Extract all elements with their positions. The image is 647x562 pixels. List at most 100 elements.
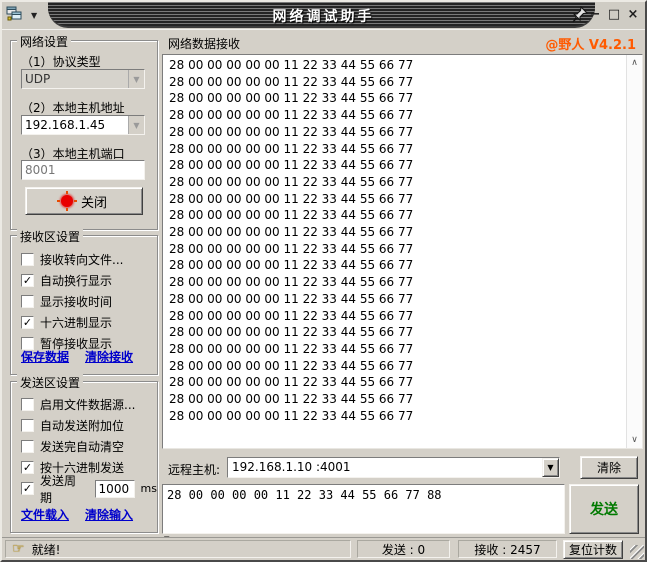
receive-count-panel: 接收 : 2457 bbox=[458, 540, 557, 558]
protocol-label: （1）协议类型 bbox=[21, 53, 101, 70]
checkbox[interactable]: ✓ bbox=[21, 482, 34, 495]
app-icon[interactable] bbox=[6, 6, 23, 25]
receive-links: 保存数据 清除接收 bbox=[21, 348, 149, 365]
checkbox-row: 自动发送附加位 bbox=[11, 415, 157, 436]
protocol-value: UDP bbox=[22, 70, 128, 88]
hex-data-lines: 28 00 00 00 00 00 11 22 33 44 55 66 7728… bbox=[163, 57, 625, 424]
version-label: @野人 V4.2.1 bbox=[545, 34, 636, 53]
chevron-down-icon[interactable]: ▼ bbox=[128, 116, 144, 134]
group-title: 接收区设置 bbox=[17, 228, 83, 245]
hex-data-line: 28 00 00 00 00 00 11 22 33 44 55 66 77 bbox=[169, 308, 625, 325]
receive-options-list: 接收转向文件...✓自动换行显示显示接收时间✓十六进制显示暂停接收显示 bbox=[11, 249, 157, 354]
group-network-settings: 网络设置 （1）协议类型 UDP ▼ （2）本地主机地址 192.168.1.4… bbox=[10, 40, 158, 230]
hex-data-line: 28 00 00 00 00 00 11 22 33 44 55 66 77 bbox=[169, 107, 625, 124]
checkbox-label: 十六进制显示 bbox=[40, 314, 112, 331]
maximize-button[interactable]: □ bbox=[606, 6, 622, 22]
hex-data-line: 28 00 00 00 00 00 11 22 33 44 55 66 77 bbox=[169, 241, 625, 258]
receive-data-box[interactable]: 28 00 00 00 00 00 11 22 33 44 55 66 7728… bbox=[162, 54, 643, 449]
host-label: （2）本地主机地址 bbox=[21, 99, 125, 116]
local-host-select[interactable]: 192.168.1.45 ▼ bbox=[21, 115, 145, 135]
send-count-panel: 发送 : 0 bbox=[357, 540, 450, 558]
app-menu-arrow-icon[interactable]: ▼ bbox=[31, 11, 37, 20]
checkbox-row: 接收转向文件... bbox=[11, 249, 157, 270]
hex-data-line: 28 00 00 00 00 00 11 22 33 44 55 66 77 bbox=[169, 291, 625, 308]
checkbox[interactable]: ✓ bbox=[21, 461, 34, 474]
hex-data-line: 28 00 00 00 00 00 11 22 33 44 55 66 77 bbox=[169, 374, 625, 391]
local-port-input[interactable] bbox=[21, 160, 145, 180]
scroll-up-icon[interactable]: ∧ bbox=[627, 58, 642, 68]
resize-grip[interactable] bbox=[630, 545, 644, 559]
checkbox[interactable] bbox=[21, 419, 34, 432]
vertical-scrollbar[interactable]: ∧ ∨ bbox=[626, 55, 642, 448]
hex-data-line: 28 00 00 00 00 00 11 22 33 44 55 66 77 bbox=[169, 341, 625, 358]
hex-data-line: 28 00 00 00 00 00 11 22 33 44 55 66 77 bbox=[169, 224, 625, 241]
send-options-list: 启用文件数据源...自动发送附加位发送完自动清空✓按十六进制发送✓发送周期ms bbox=[11, 394, 157, 499]
checkbox[interactable] bbox=[21, 440, 34, 453]
receive-area-title: 网络数据接收 bbox=[168, 35, 240, 52]
checkbox-label: 发送完自动清空 bbox=[40, 438, 124, 455]
checkbox[interactable] bbox=[21, 253, 34, 266]
checkbox-label: 启用文件数据源... bbox=[40, 396, 135, 413]
titlebar: 网络调试助手 ▼ − □ × bbox=[2, 2, 645, 30]
clear-input-link[interactable]: 清除输入 bbox=[85, 508, 133, 522]
load-file-link[interactable]: 文件载入 bbox=[21, 508, 69, 522]
group-send-settings: 发送区设置 启用文件数据源...自动发送附加位发送完自动清空✓按十六进制发送✓发… bbox=[10, 381, 158, 533]
checkbox-label: 接收转向文件... bbox=[40, 251, 123, 268]
checkbox-row: 启用文件数据源... bbox=[11, 394, 157, 415]
hex-data-line: 28 00 00 00 00 00 11 22 33 44 55 66 77 bbox=[169, 124, 625, 141]
checkbox[interactable]: ✓ bbox=[21, 274, 34, 287]
send-button[interactable]: 发送 bbox=[569, 484, 639, 534]
checkbox[interactable] bbox=[21, 295, 34, 308]
remote-host-select[interactable]: 192.168.1.10 :4001 ▼ bbox=[227, 457, 560, 478]
hex-data-line: 28 00 00 00 00 00 11 22 33 44 55 66 77 bbox=[169, 74, 625, 91]
group-title: 网络设置 bbox=[17, 33, 71, 50]
window-title: 网络调试助手 bbox=[2, 6, 645, 26]
connection-led-icon bbox=[61, 195, 73, 207]
checkbox-label: 发送周期 bbox=[40, 472, 87, 506]
reset-count-button[interactable]: 复位计数 bbox=[563, 540, 623, 559]
hex-data-line: 28 00 00 00 00 00 11 22 33 44 55 66 77 bbox=[169, 391, 625, 408]
checkbox-row: ✓ 自动换行显示 bbox=[11, 270, 157, 291]
checkbox[interactable] bbox=[21, 398, 34, 411]
pin-icon[interactable] bbox=[571, 5, 589, 27]
hex-data-line: 28 00 00 00 00 00 11 22 33 44 55 66 77 bbox=[169, 358, 625, 375]
status-ready-panel: ☞ 就绪! bbox=[5, 540, 351, 558]
clear-receive-link[interactable]: 清除接收 bbox=[85, 350, 133, 364]
close-connection-label: 关闭 bbox=[81, 192, 107, 211]
host-value: 192.168.1.45 bbox=[22, 116, 128, 134]
hex-data-line: 28 00 00 00 00 00 11 22 33 44 55 66 77 bbox=[169, 90, 625, 107]
group-receive-settings: 接收区设置 接收转向文件...✓自动换行显示显示接收时间✓十六进制显示暂停接收显… bbox=[10, 235, 158, 375]
send-links: 文件载入 清除输入 bbox=[21, 506, 149, 523]
close-connection-button[interactable]: 关闭 bbox=[25, 187, 143, 215]
hex-data-line: 28 00 00 00 00 00 11 22 33 44 55 66 77 bbox=[169, 141, 625, 158]
protocol-select[interactable]: UDP ▼ bbox=[21, 69, 145, 89]
hex-data-line: 28 00 00 00 00 00 11 22 33 44 55 66 77 bbox=[169, 207, 625, 224]
statusbar: ☞ 就绪! 发送 : 0 接收 : 2457 复位计数 bbox=[2, 537, 645, 560]
hex-data-line: 28 00 00 00 00 00 11 22 33 44 55 66 77 bbox=[169, 157, 625, 174]
remote-host-label: 远程主机: bbox=[168, 461, 220, 478]
checkbox-row: 显示接收时间 bbox=[11, 291, 157, 312]
scroll-down-icon[interactable]: ∨ bbox=[627, 435, 642, 445]
checkbox-row: ✓ 十六进制显示 bbox=[11, 312, 157, 333]
save-data-link[interactable]: 保存数据 bbox=[21, 350, 69, 364]
checkbox-row: 发送完自动清空 bbox=[11, 436, 157, 457]
hand-pointer-icon: ☞ bbox=[12, 542, 25, 556]
chevron-down-icon[interactable]: ▼ bbox=[128, 70, 144, 88]
minimize-button[interactable]: − bbox=[587, 6, 603, 22]
hex-data-line: 28 00 00 00 00 00 11 22 33 44 55 66 77 bbox=[169, 57, 625, 74]
close-window-button[interactable]: × bbox=[625, 6, 641, 22]
hex-data-line: 28 00 00 00 00 00 11 22 33 44 55 66 77 bbox=[169, 274, 625, 291]
clear-button[interactable]: 清除 bbox=[580, 456, 638, 479]
hex-data-line: 28 00 00 00 00 00 11 22 33 44 55 66 77 bbox=[169, 257, 625, 274]
checkbox-label: 显示接收时间 bbox=[40, 293, 112, 310]
chevron-down-icon[interactable]: ▼ bbox=[542, 458, 559, 477]
checkbox-label: 自动换行显示 bbox=[40, 272, 112, 289]
hex-data-line: 28 00 00 00 00 00 11 22 33 44 55 66 77 bbox=[169, 408, 625, 425]
send-period-input[interactable] bbox=[95, 480, 135, 498]
checkbox-label: 自动发送附加位 bbox=[40, 417, 124, 434]
send-data-input[interactable]: 28 00 00 00 00 11 22 33 44 55 66 77 88 bbox=[163, 485, 564, 533]
checkbox[interactable]: ✓ bbox=[21, 316, 34, 329]
hex-data-line: 28 00 00 00 00 00 11 22 33 44 55 66 77 bbox=[169, 324, 625, 341]
remote-host-value: 192.168.1.10 :4001 bbox=[228, 458, 542, 477]
checkbox-row: ✓发送周期ms bbox=[11, 478, 157, 499]
